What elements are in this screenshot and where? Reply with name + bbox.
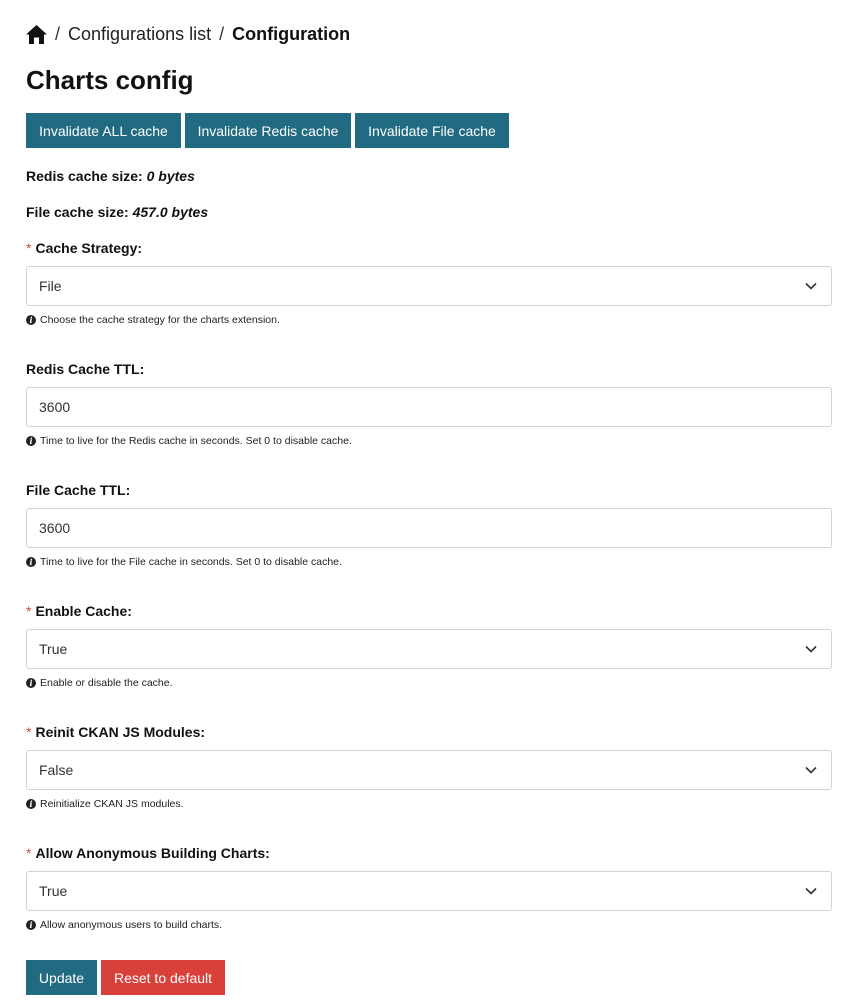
chevron-down-icon	[805, 645, 817, 653]
reinit-modules-field: * Reinit CKAN JS Modules: False i Reiniti…	[26, 723, 832, 810]
info-icon: i	[26, 315, 36, 325]
breadcrumb-current: Configuration	[232, 23, 351, 44]
redis-cache-ttl-input-wrap	[26, 387, 832, 427]
allow-anonymous-field: * Allow Anonymous Building Charts: True i…	[26, 844, 832, 931]
chevron-down-icon	[805, 766, 817, 774]
reinit-modules-label-text: Reinit CKAN JS Modules:	[35, 724, 206, 740]
enable-cache-help: i Enable or disable the cache.	[26, 677, 832, 689]
enable-cache-label-text: Enable Cache:	[35, 603, 132, 619]
cache-strategy-field: * Cache Strategy: File i Choose the cache…	[26, 239, 832, 326]
page-title: Charts config	[26, 65, 194, 95]
breadcrumb: / Configurations list / Configuration	[26, 22, 832, 46]
required-marker: *	[26, 603, 32, 619]
reinit-modules-help: i Reinitialize CKAN JS modules.	[26, 798, 832, 810]
cache-strategy-label: * Cache Strategy:	[26, 239, 832, 257]
file-cache-ttl-input-wrap	[26, 508, 832, 548]
allow-anonymous-help: i Allow anonymous users to build charts.	[26, 919, 832, 931]
cache-strategy-select[interactable]: File	[26, 266, 832, 306]
file-cache-ttl-help-text: Time to live for the File cache in secon…	[40, 556, 342, 568]
file-cache-size: File cache size: 457.0 bytes	[26, 203, 832, 221]
breadcrumb-separator: /	[219, 23, 225, 44]
redis-cache-size: Redis cache size: 0 bytes	[26, 167, 832, 185]
redis-cache-ttl-label: Redis Cache TTL:	[26, 361, 145, 377]
cache-strategy-help: i Choose the cache strategy for the char…	[26, 314, 832, 326]
cache-strategy-value: File	[39, 278, 62, 294]
invalidate-all-cache-button[interactable]: Invalidate ALL cache	[26, 113, 181, 148]
file-cache-ttl-field: File Cache TTL: i Time to live for the F…	[26, 481, 832, 568]
file-cache-ttl-input[interactable]	[39, 520, 819, 536]
enable-cache-value: True	[39, 641, 68, 657]
cache-strategy-label-text: Cache Strategy:	[35, 240, 143, 256]
redis-cache-size-value: 0 bytes	[146, 168, 195, 184]
allow-anonymous-label-text: Allow Anonymous Building Charts:	[35, 845, 270, 861]
allow-anonymous-label: * Allow Anonymous Building Charts:	[26, 844, 832, 862]
allow-anonymous-value: True	[39, 883, 68, 899]
file-cache-ttl-help: i Time to live for the File cache in sec…	[26, 556, 832, 568]
update-button[interactable]: Update	[26, 960, 97, 995]
page: / Configurations list / Configuration Ch…	[0, 0, 858, 995]
reinit-modules-help-text: Reinitialize CKAN JS modules.	[40, 798, 184, 810]
allow-anonymous-help-text: Allow anonymous users to build charts.	[40, 919, 223, 931]
info-icon: i	[26, 557, 36, 567]
info-icon: i	[26, 920, 36, 930]
file-cache-size-label: File cache size:	[26, 204, 129, 220]
enable-cache-label: * Enable Cache:	[26, 602, 832, 620]
file-cache-ttl-label: File Cache TTL:	[26, 482, 131, 498]
reinit-modules-value: False	[39, 762, 74, 778]
required-marker: *	[26, 845, 32, 861]
redis-cache-ttl-help-text: Time to live for the Redis cache in seco…	[40, 435, 352, 447]
breadcrumb-separator: /	[55, 23, 61, 44]
required-marker: *	[26, 724, 32, 740]
enable-cache-select[interactable]: True	[26, 629, 832, 669]
redis-cache-size-label: Redis cache size:	[26, 168, 143, 184]
reinit-modules-select[interactable]: False	[26, 750, 832, 790]
info-icon: i	[26, 799, 36, 809]
redis-cache-ttl-field: Redis Cache TTL: i Time to live for the …	[26, 360, 832, 447]
info-icon: i	[26, 436, 36, 446]
redis-cache-ttl-help: i Time to live for the Redis cache in se…	[26, 435, 832, 447]
breadcrumb-configurations-list[interactable]: Configurations list	[68, 24, 211, 45]
enable-cache-field: * Enable Cache: True i Enable or disable …	[26, 602, 832, 689]
allow-anonymous-select[interactable]: True	[26, 871, 832, 911]
required-marker: *	[26, 240, 32, 256]
info-icon: i	[26, 678, 36, 688]
form-actions: Update Reset to default	[26, 960, 832, 995]
chevron-down-icon	[805, 887, 817, 895]
cache-button-group: Invalidate ALL cache Invalidate Redis ca…	[26, 113, 832, 148]
reset-to-default-button[interactable]: Reset to default	[101, 960, 225, 995]
file-cache-size-value: 457.0 bytes	[132, 204, 209, 220]
redis-cache-ttl-input[interactable]	[39, 399, 819, 415]
cache-strategy-help-text: Choose the cache strategy for the charts…	[40, 314, 280, 326]
invalidate-file-cache-button[interactable]: Invalidate File cache	[355, 113, 509, 148]
enable-cache-help-text: Enable or disable the cache.	[40, 677, 173, 689]
invalidate-redis-cache-button[interactable]: Invalidate Redis cache	[185, 113, 351, 148]
reinit-modules-label: * Reinit CKAN JS Modules:	[26, 723, 832, 741]
home-icon[interactable]	[26, 24, 47, 44]
chevron-down-icon	[805, 282, 817, 290]
